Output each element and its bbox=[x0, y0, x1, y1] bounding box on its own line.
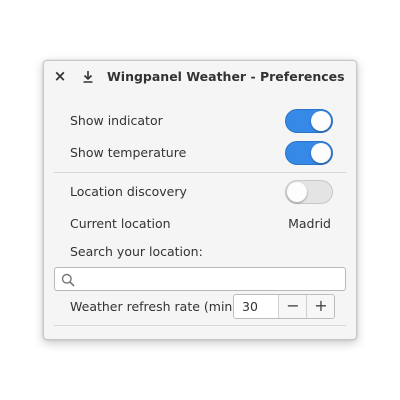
refresh-rate-spinbutton[interactable]: 30 − + bbox=[233, 294, 335, 319]
decrease-button[interactable]: − bbox=[278, 295, 307, 318]
bottom-separator bbox=[54, 325, 346, 326]
refresh-rate-label: Weather refresh rate (min) bbox=[70, 299, 238, 314]
close-icon[interactable]: × bbox=[53, 69, 67, 84]
show-indicator-switch[interactable] bbox=[285, 109, 333, 133]
titlebar: × Wingpanel Weather - Preferences bbox=[44, 61, 356, 93]
current-location-value: Madrid bbox=[288, 216, 331, 231]
location-discovery-label: Location discovery bbox=[70, 184, 187, 199]
window-title: Wingpanel Weather - Preferences bbox=[107, 69, 345, 84]
search-field[interactable] bbox=[54, 267, 346, 291]
show-temperature-switch[interactable] bbox=[285, 141, 333, 165]
show-indicator-label: Show indicator bbox=[70, 113, 163, 128]
search-input[interactable] bbox=[79, 270, 339, 288]
refresh-rate-value[interactable]: 30 bbox=[242, 299, 258, 314]
switch-knob bbox=[287, 182, 307, 202]
increase-button[interactable]: + bbox=[306, 295, 334, 318]
location-discovery-switch[interactable] bbox=[285, 180, 333, 204]
separator bbox=[54, 172, 346, 173]
search-location-label: Search your location: bbox=[70, 244, 203, 259]
download-icon[interactable] bbox=[81, 69, 95, 83]
switch-knob bbox=[311, 111, 331, 131]
search-icon bbox=[61, 272, 75, 287]
preferences-window: × Wingpanel Weather - Preferences Show i… bbox=[43, 60, 357, 340]
show-temperature-label: Show temperature bbox=[70, 145, 187, 160]
switch-knob bbox=[311, 143, 331, 163]
current-location-label: Current location bbox=[70, 216, 171, 231]
